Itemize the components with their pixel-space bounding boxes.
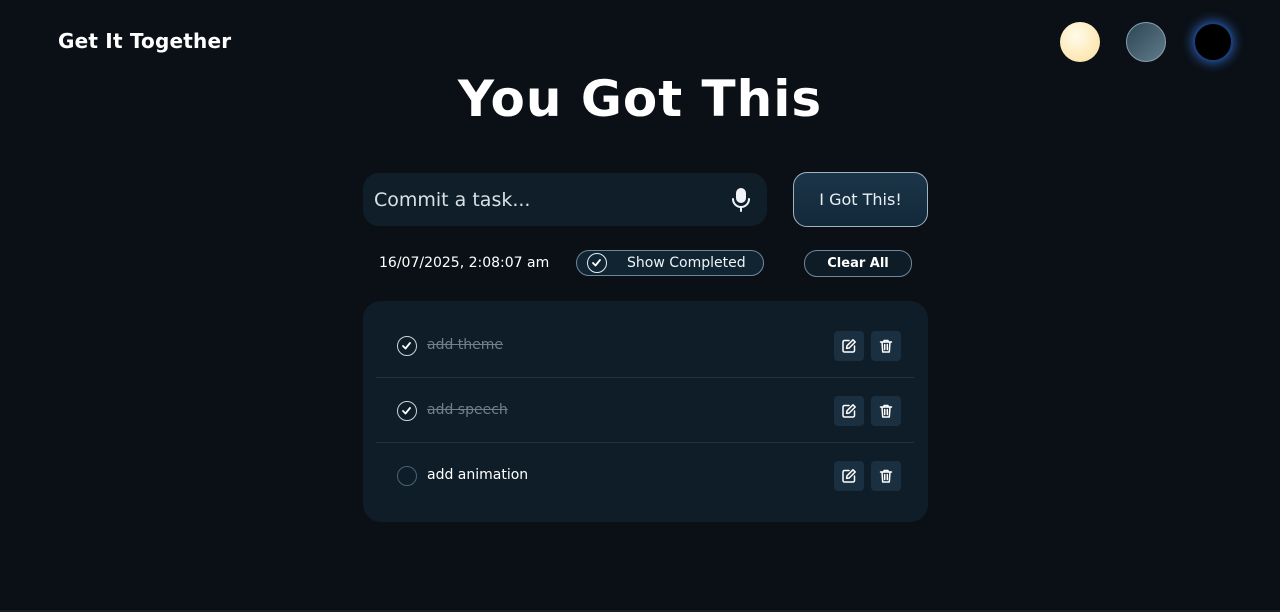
app-brand: Get It Together [58,29,232,53]
task-text: add speech [427,402,508,418]
task-item: add animation [376,443,914,508]
task-list: add theme add speech add animation [363,301,928,522]
task-complete-checkbox[interactable] [397,336,417,356]
trash-icon[interactable] [871,331,901,361]
task-text: add animation [427,467,529,483]
microphone-icon[interactable] [729,187,753,213]
show-completed-toggle[interactable]: Show Completed [576,250,764,276]
task-item: add theme [376,313,914,378]
edit-icon[interactable] [834,396,864,426]
task-input[interactable] [363,173,723,226]
show-completed-label: Show Completed [627,255,746,271]
theme-mid-button[interactable] [1126,22,1166,62]
task-input-container [363,173,767,226]
trash-icon[interactable] [871,461,901,491]
theme-switcher [1060,22,1240,62]
checkmark-icon [587,253,607,273]
task-text: add theme [427,337,504,353]
trash-icon[interactable] [871,396,901,426]
page-title: You Got This [457,70,823,128]
edit-icon[interactable] [834,461,864,491]
task-complete-checkbox[interactable] [397,466,417,486]
current-datetime: 16/07/2025, 2:08:07 am [379,255,550,271]
task-item: add speech [376,378,914,443]
theme-dark-button[interactable] [1193,22,1233,62]
add-task-button[interactable]: I Got This! [793,172,928,227]
task-complete-checkbox[interactable] [397,401,417,421]
edit-icon[interactable] [834,331,864,361]
theme-light-button[interactable] [1060,22,1100,62]
clear-all-button[interactable]: Clear All [804,250,912,277]
